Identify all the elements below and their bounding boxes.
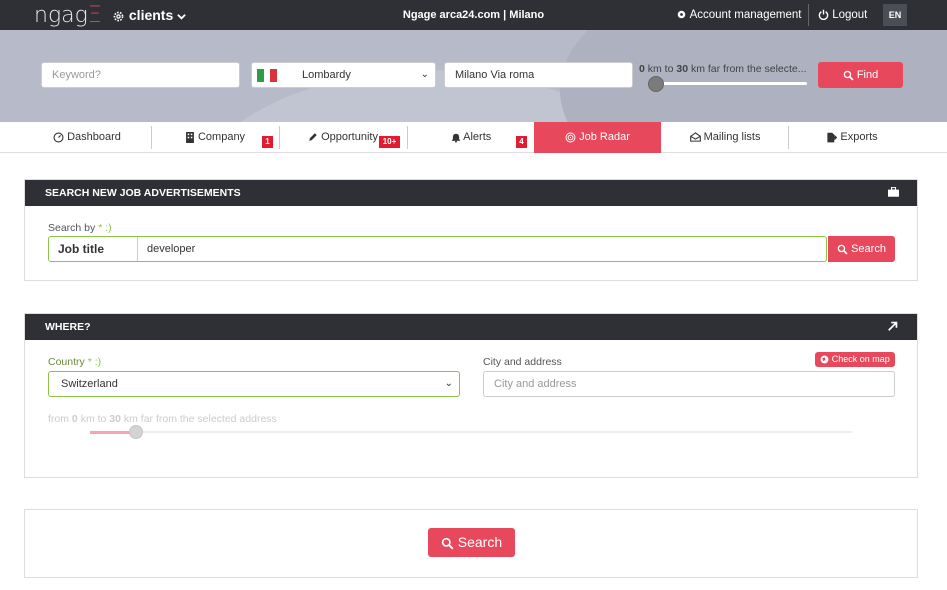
country-value: Switzerland — [61, 378, 118, 390]
tab-job-radar[interactable]: Job Radar — [534, 122, 661, 153]
keyword-input[interactable]: Keyword? — [41, 62, 240, 88]
search-button[interactable]: Search — [428, 528, 515, 557]
tab-company[interactable]: Company — [152, 122, 278, 153]
radar-icon — [565, 132, 576, 143]
distance-range-text: 0 km to 30 km far from the selecte... — [639, 63, 807, 75]
gear-icon — [677, 11, 686, 19]
globe-icon — [820, 355, 829, 364]
region-value: Lombardy — [302, 69, 351, 81]
search-by-label: Search by * :) — [48, 222, 112, 234]
check-on-map-button[interactable]: Check on map — [815, 352, 895, 367]
dashboard-icon — [53, 132, 64, 143]
export-icon — [827, 132, 838, 142]
distance-slider-handle[interactable] — [648, 76, 664, 92]
city-address-input[interactable]: City and address — [483, 371, 895, 397]
region-select[interactable]: Lombardy ⌄ — [251, 62, 436, 88]
search-icon — [837, 244, 848, 255]
italy-flag-icon — [257, 69, 278, 82]
collapse-arrow-icon[interactable] — [887, 320, 899, 332]
building-icon — [185, 131, 194, 143]
distance-slider-track[interactable] — [90, 431, 852, 433]
job-title-input[interactable]: developer — [147, 237, 195, 261]
tab-exports[interactable]: Exports — [789, 122, 915, 153]
search-job-ads-panel: SEARCH NEW JOB ADVERTISEMENTS Search by … — [24, 179, 918, 281]
city-address-label: City and address — [483, 356, 562, 368]
tab-dashboard[interactable]: Dashboard — [24, 122, 150, 153]
company-count-badge: 1 — [262, 136, 273, 148]
job-title-search-box[interactable]: Job title developer — [48, 236, 827, 262]
logout-button[interactable]: Logout — [818, 9, 867, 21]
find-button[interactable]: Find — [818, 62, 903, 88]
opportunity-count-badge: 10+ — [379, 136, 400, 148]
search-field-type[interactable]: Job title — [49, 237, 138, 261]
find-label: Find — [856, 69, 879, 81]
chevron-down-icon: ⌄ — [420, 69, 429, 80]
envelope-icon — [689, 132, 701, 142]
where-panel: WHERE? Country * :) City and address Che… — [24, 313, 918, 478]
distance-slider-handle[interactable] — [129, 425, 143, 439]
country-label: Country * :) — [48, 356, 102, 368]
top-bar: ngagΞ clients Ngage arca24.com | Milano … — [0, 0, 947, 30]
power-icon — [818, 10, 829, 21]
distance-range-text: from 0 km to 30 km far from the selected… — [48, 413, 277, 425]
distance-slider-track[interactable] — [654, 82, 807, 85]
logout-label: Logout — [832, 9, 868, 21]
language-switch[interactable]: EN — [883, 4, 907, 26]
briefcase-icon[interactable] — [888, 186, 899, 198]
main-tabs: Dashboard Company 1 Opportunity 10+ Aler… — [0, 122, 947, 153]
search-icon — [441, 537, 454, 550]
panel-header: WHERE? — [25, 314, 917, 340]
search-icon — [843, 70, 854, 81]
pencil-icon — [309, 133, 317, 141]
bell-icon — [451, 133, 460, 143]
search-footer-panel: Search — [24, 509, 918, 578]
tab-mailing-lists[interactable]: Mailing lists — [662, 122, 788, 153]
account-management-link[interactable]: Account management — [676, 9, 801, 21]
divider — [808, 4, 809, 26]
job-title-search-button[interactable]: Search — [828, 236, 895, 262]
country-select[interactable]: Switzerland ⌄ — [48, 371, 460, 397]
panel-header: SEARCH NEW JOB ADVERTISEMENTS — [25, 180, 917, 206]
workspace-title: Ngage arca24.com | Milano — [402, 9, 545, 21]
chevron-down-icon: ⌄ — [444, 378, 453, 389]
address-input[interactable]: Milano Via roma — [444, 62, 633, 88]
alerts-count-badge: 4 — [516, 136, 527, 148]
account-management-label: Account management — [689, 9, 802, 21]
